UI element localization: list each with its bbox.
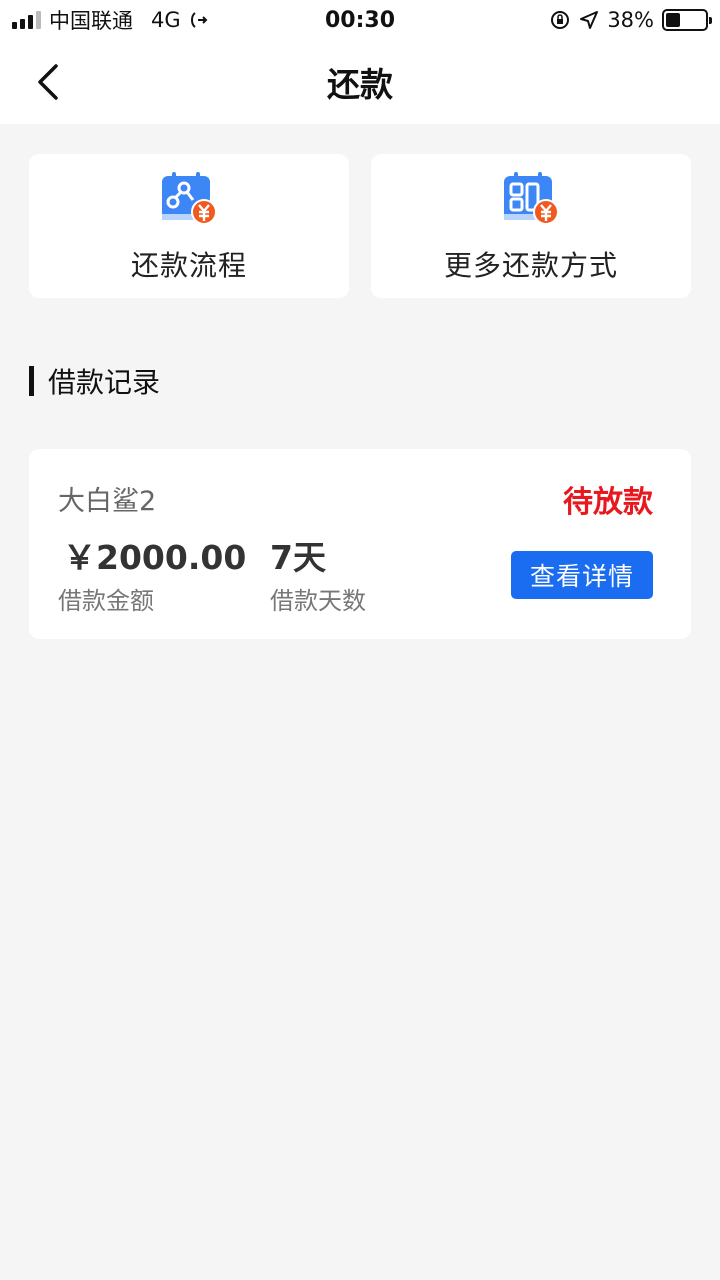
quick-actions: 还款流程 更多还款方式 (29, 154, 691, 298)
repayment-flow-label: 还款流程 (130, 249, 247, 282)
view-details-button[interactable]: 查看详情 (511, 551, 653, 599)
section-marker (29, 366, 34, 396)
status-bar-left: 中国联通 4G (12, 5, 209, 35)
call-forward-icon (190, 12, 208, 28)
loan-status-badge: 待放款 (563, 485, 653, 520)
more-repayment-methods-card[interactable]: 更多还款方式 (371, 154, 691, 298)
more-repayment-methods-label: 更多还款方式 (443, 249, 618, 282)
loan-amount-label: 借款金额 (58, 587, 154, 615)
repayment-flow-icon (162, 172, 217, 225)
network-type: 4G (151, 8, 181, 32)
status-bar: 中国联通 4G 00:30 38% (0, 0, 720, 40)
repayment-flow-card[interactable]: 还款流程 (29, 154, 349, 298)
nav-bar: 还款 (0, 40, 720, 124)
page-title: 还款 (327, 65, 393, 104)
repayment-methods-icon (504, 172, 559, 225)
battery-fill (666, 13, 681, 27)
status-bar-right: 38% (549, 8, 712, 32)
loan-product-name: 大白鲨2 (58, 486, 157, 517)
loan-record-card: 大白鲨2 待放款 ￥2000.00 借款金额 7天 借款天数 查看详情 (29, 449, 691, 639)
loan-days-value: 7天 (270, 538, 326, 577)
orientation-lock-icon (551, 11, 570, 29)
loan-days-label: 借款天数 (270, 587, 366, 615)
loan-records-header: 借款记录 (29, 364, 161, 399)
loan-amount-value: ￥2000.00 (63, 538, 247, 577)
chevron-left-icon (38, 64, 58, 100)
location-icon (580, 11, 599, 29)
battery-icon (662, 9, 712, 31)
battery-percent: 38% (607, 8, 654, 32)
section-title: 借款记录 (48, 366, 161, 399)
carrier-name: 中国联通 (49, 9, 133, 33)
signal-icon (12, 11, 41, 29)
back-button[interactable] (28, 62, 68, 102)
